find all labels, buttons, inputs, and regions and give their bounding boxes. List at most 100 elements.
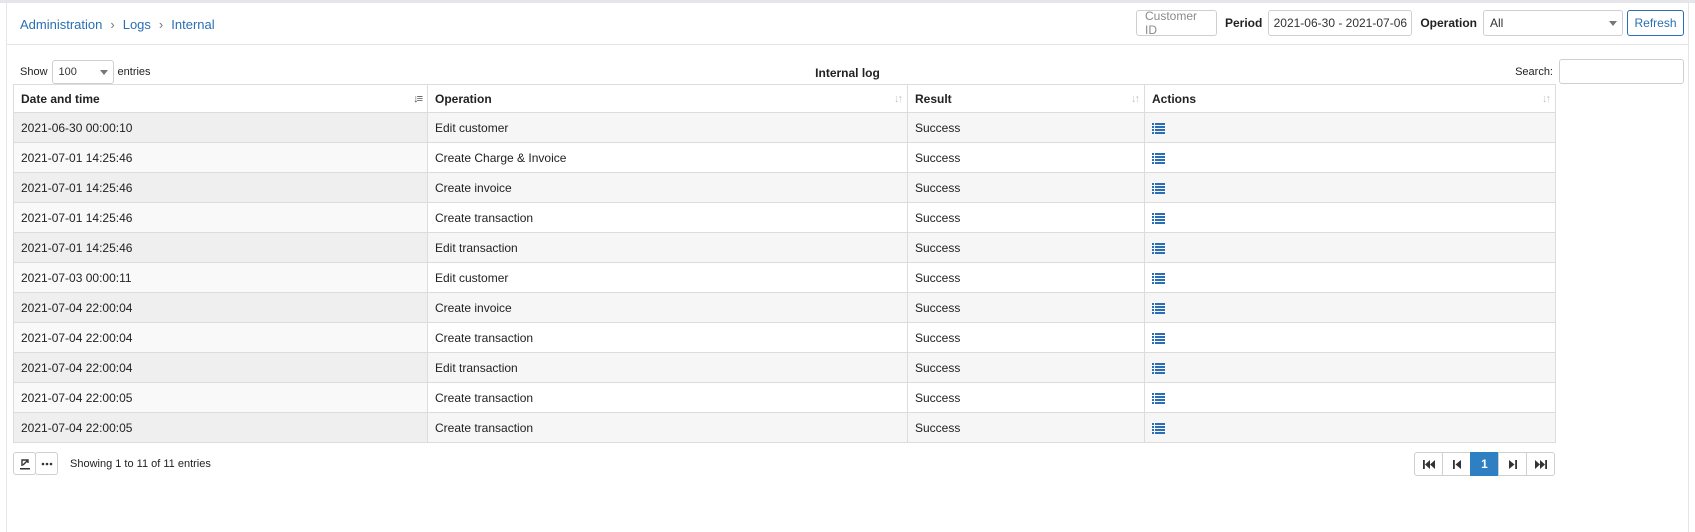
page-button-current[interactable]: 1 <box>1470 452 1499 476</box>
cell-result: Success <box>907 142 1145 173</box>
internal-log-table: Date and time ↓≡ Operation ↓↑ Result ↓↑ Act… <box>13 84 1556 443</box>
column-header-actions[interactable]: Actions ↓↑ <box>1144 84 1556 113</box>
breadcrumb-administration[interactable]: Administration <box>20 17 102 32</box>
table-row: 2021-07-04 22:00:04 Create transaction Suc… <box>13 322 1556 353</box>
cell-result: Success <box>907 172 1145 203</box>
cell-operation: Create transaction <box>427 382 908 413</box>
cell-actions <box>1144 172 1556 203</box>
list-icon[interactable] <box>1152 422 1165 434</box>
list-icon[interactable] <box>1152 152 1165 164</box>
first-page-icon <box>1422 459 1435 469</box>
list-icon[interactable] <box>1152 212 1165 224</box>
list-icon[interactable] <box>1152 272 1165 284</box>
breadcrumb-separator: › <box>110 17 115 32</box>
table-footer: Showing 1 to 11 of 11 entries 1 <box>13 452 1555 476</box>
customer-id-button[interactable]: Customer ID <box>1135 9 1217 37</box>
cell-date-time: 2021-07-03 00:00:11 <box>13 262 428 293</box>
more-button[interactable] <box>35 452 58 475</box>
list-icon[interactable] <box>1152 392 1165 404</box>
last-page-button[interactable] <box>1526 452 1555 476</box>
table-title: Internal log <box>815 66 880 80</box>
table-row: 2021-07-01 14:25:46 Create Charge & Invoi… <box>13 142 1556 173</box>
list-icon[interactable] <box>1152 122 1165 134</box>
sort-icon: ↓↑ <box>894 93 903 105</box>
operation-select[interactable]: All <box>1483 10 1623 36</box>
breadcrumb: Administration › Logs › Internal <box>20 17 215 32</box>
cell-operation: Create transaction <box>427 412 908 443</box>
refresh-button[interactable]: Refresh <box>1627 10 1684 36</box>
cell-date-time: 2021-06-30 00:00:10 <box>13 112 428 143</box>
sort-icon: ↓↑ <box>1131 93 1140 105</box>
cell-result: Success <box>907 412 1145 443</box>
table-row: 2021-07-01 14:25:46 Create invoice Success <box>13 172 1556 203</box>
entries-label: entries <box>117 66 151 78</box>
cell-operation: Edit transaction <box>427 352 908 383</box>
show-label: Show <box>20 66 48 78</box>
cell-operation: Create invoice <box>427 172 908 203</box>
cell-result: Success <box>907 112 1145 143</box>
column-header-operation[interactable]: Operation ↓↑ <box>427 84 908 113</box>
sort-icon: ↓↑ <box>1542 93 1551 105</box>
table-toolbar: Internal log Show 100 entries Search: <box>7 57 1688 87</box>
cell-operation: Create Charge & Invoice <box>427 142 908 173</box>
page-header: Administration › Logs › Internal Custome… <box>7 3 1688 45</box>
next-page-icon <box>1508 459 1517 469</box>
cell-date-time: 2021-07-01 14:25:46 <box>13 142 428 173</box>
table-row: 2021-07-04 22:00:04 Edit transaction Succe… <box>13 352 1556 383</box>
cell-operation: Edit customer <box>427 262 908 293</box>
table-row: 2021-06-30 00:00:10 Edit customer Success <box>13 112 1556 143</box>
sort-desc-icon: ↓≡ <box>413 93 423 105</box>
table-row: 2021-07-04 22:00:05 Create transaction Suc… <box>13 382 1556 413</box>
showing-info: Showing 1 to 11 of 11 entries <box>70 458 211 470</box>
column-header-result[interactable]: Result ↓↑ <box>907 84 1145 113</box>
cell-operation: Create transaction <box>427 202 908 233</box>
cell-actions <box>1144 202 1556 233</box>
cell-date-time: 2021-07-04 22:00:05 <box>13 382 428 413</box>
export-button[interactable] <box>13 452 36 475</box>
cell-actions <box>1144 262 1556 293</box>
cell-actions <box>1144 112 1556 143</box>
previous-page-button[interactable] <box>1442 452 1471 476</box>
cell-date-time: 2021-07-01 14:25:46 <box>13 172 428 203</box>
list-icon[interactable] <box>1152 332 1165 344</box>
cell-result: Success <box>907 352 1145 383</box>
cell-result: Success <box>907 292 1145 323</box>
cell-operation: Create transaction <box>427 322 908 353</box>
search-label: Search: <box>1515 65 1553 78</box>
list-icon[interactable] <box>1152 302 1165 314</box>
list-icon[interactable] <box>1152 182 1165 194</box>
breadcrumb-internal[interactable]: Internal <box>171 17 214 32</box>
caret-down-icon <box>99 70 108 75</box>
cell-result: Success <box>907 382 1145 413</box>
cell-date-time: 2021-07-04 22:00:04 <box>13 352 428 383</box>
period-input[interactable]: 2021-06-30 - 2021-07-06 <box>1268 10 1413 36</box>
table-body: 2021-06-30 00:00:10 Edit customer Success 2… <box>13 112 1556 443</box>
export-icon <box>19 458 30 469</box>
next-page-button[interactable] <box>1498 452 1527 476</box>
cell-actions <box>1144 292 1556 323</box>
cell-actions <box>1144 322 1556 353</box>
column-header-date-time[interactable]: Date and time ↓≡ <box>13 84 428 113</box>
last-page-icon <box>1534 459 1547 469</box>
first-page-button[interactable] <box>1414 452 1443 476</box>
list-icon[interactable] <box>1152 362 1165 374</box>
cell-result: Success <box>907 262 1145 293</box>
entries-select[interactable]: 100 <box>51 60 114 84</box>
cell-date-time: 2021-07-01 14:25:46 <box>13 232 428 263</box>
cell-date-time: 2021-07-04 22:00:04 <box>13 292 428 323</box>
cell-operation: Edit transaction <box>427 232 908 263</box>
list-icon[interactable] <box>1152 242 1165 254</box>
cell-result: Success <box>907 202 1145 233</box>
search-input[interactable] <box>1559 59 1684 84</box>
breadcrumb-logs[interactable]: Logs <box>123 17 151 32</box>
table-header-row: Date and time ↓≡ Operation ↓↑ Result ↓↑ Act… <box>13 84 1556 113</box>
cell-date-time: 2021-07-04 22:00:05 <box>13 412 428 443</box>
table-row: 2021-07-03 00:00:11 Edit customer Success <box>13 262 1556 293</box>
period-label: Period <box>1224 16 1263 30</box>
breadcrumb-separator: › <box>158 17 164 32</box>
cell-actions <box>1144 412 1556 443</box>
more-icon <box>41 462 52 465</box>
pagination: 1 <box>1414 452 1555 476</box>
table-row: 2021-07-04 22:00:04 Create invoice Success <box>13 292 1556 323</box>
previous-page-icon <box>1452 459 1461 469</box>
